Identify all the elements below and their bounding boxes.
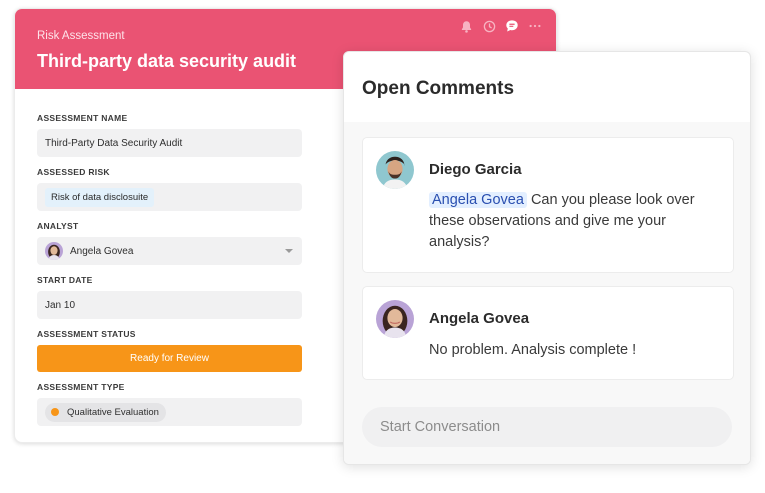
analyst-avatar xyxy=(45,242,63,260)
assessment-type-label: ASSESSMENT TYPE xyxy=(37,382,125,392)
assessment-type-value: Qualitative Evaluation xyxy=(67,406,159,418)
assessment-name-value: Third-Party Data Security Audit xyxy=(45,137,183,149)
comment-item: Diego Garcia Angela Govea Can you please… xyxy=(362,137,734,273)
more-icon[interactable] xyxy=(528,19,542,33)
bell-icon[interactable] xyxy=(459,19,473,33)
status-dot-icon xyxy=(51,408,59,416)
comment-author: Diego Garcia xyxy=(429,161,522,178)
assessment-name-label: ASSESSMENT NAME xyxy=(37,113,128,123)
start-date-label: START DATE xyxy=(37,275,93,285)
assessment-name-field[interactable]: Third-Party Data Security Audit xyxy=(37,129,302,157)
chat-icon[interactable] xyxy=(505,19,519,33)
clock-icon[interactable] xyxy=(482,19,496,33)
card-title: Third-party data security audit xyxy=(37,51,297,71)
assessment-status-label: ASSESSMENT STATUS xyxy=(37,329,136,339)
assessment-type-field[interactable]: Qualitative Evaluation xyxy=(37,398,302,426)
analyst-value: Angela Govea xyxy=(70,245,134,257)
comment-item: Angela Govea No problem. Analysis comple… xyxy=(362,286,734,380)
comments-list: Diego Garcia Angela Govea Can you please… xyxy=(344,122,750,464)
analyst-label: ANALYST xyxy=(37,221,79,231)
avatar xyxy=(376,151,414,189)
status-button[interactable]: Ready for Review xyxy=(37,345,302,372)
start-conversation-input[interactable] xyxy=(362,407,732,447)
mention-tag[interactable]: Angela Govea xyxy=(429,192,527,208)
card-eyebrow: Risk Assessment xyxy=(37,30,125,42)
header-icons xyxy=(459,19,542,33)
start-date-value: Jan 10 xyxy=(45,299,76,311)
analyst-select[interactable]: Angela Govea xyxy=(37,237,302,265)
comment-author: Angela Govea xyxy=(429,310,530,327)
assessed-risk-label: ASSESSED RISK xyxy=(37,167,110,177)
assessed-risk-chip: Risk of data disclosuite xyxy=(45,187,155,207)
assessment-form: ASSESSMENT NAME Third-Party Data Securit… xyxy=(37,113,302,436)
avatar xyxy=(376,300,414,338)
comments-panel: Open Comments Diego Garcia Angela Govea … xyxy=(343,51,751,465)
assessed-risk-field[interactable]: Risk of data disclosuite xyxy=(37,183,302,211)
assessment-type-chip: Qualitative Evaluation xyxy=(45,402,166,422)
chevron-down-icon xyxy=(285,249,293,253)
panel-title: Open Comments xyxy=(362,78,515,99)
comment-text: Angela Govea Can you please look over th… xyxy=(429,190,727,253)
comment-text: No problem. Analysis complete ! xyxy=(429,342,637,358)
start-date-field[interactable]: Jan 10 xyxy=(37,291,302,319)
